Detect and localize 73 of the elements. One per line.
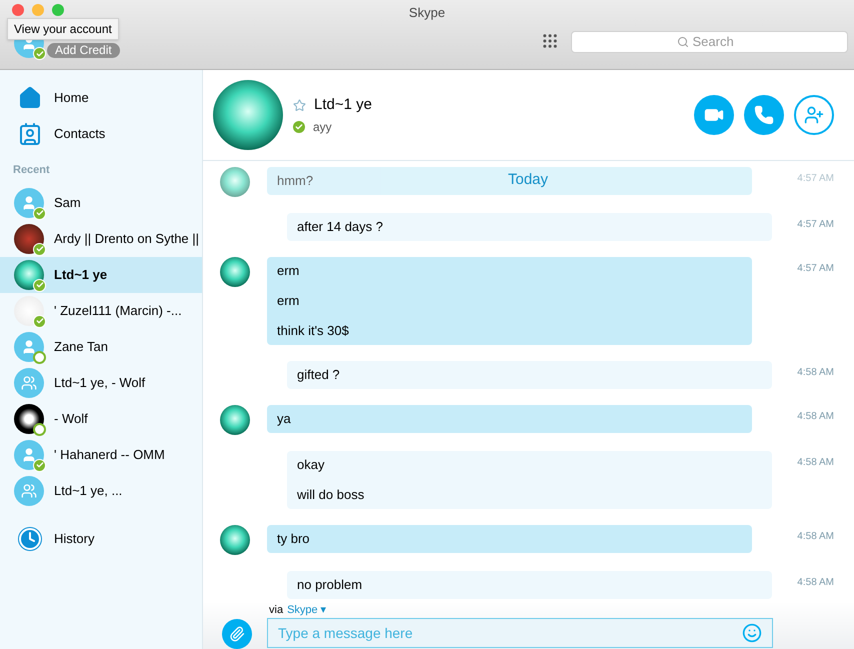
tooltip: View your account: [7, 18, 119, 40]
contact-photo: [14, 404, 44, 434]
via-label: via: [269, 603, 284, 618]
home-icon: [18, 86, 42, 110]
mood-message: ayy: [313, 119, 332, 136]
message-text: ya: [277, 411, 291, 427]
sender-avatar: [220, 525, 250, 555]
recent-conversation-item[interactable]: - Wolf: [0, 400, 202, 436]
message-text: hmm?: [277, 173, 314, 189]
attach-button[interactable]: [222, 619, 252, 649]
message-text: erm: [277, 293, 300, 309]
message-input[interactable]: Type a message here: [278, 622, 742, 644]
message-time: 4:58 AM: [797, 530, 834, 544]
clock-icon: [18, 526, 42, 550]
recent-conversation-item[interactable]: Ltd~1 ye, - Wolf: [0, 364, 202, 400]
search-input[interactable]: Search: [692, 32, 742, 52]
add-person-icon: [804, 105, 824, 125]
message-time: 4:57 AM: [797, 262, 834, 276]
contact-name: Ltd~1 ye: [314, 94, 372, 115]
message-text: ty bro: [277, 531, 310, 547]
message-time: 4:57 AM: [797, 172, 834, 186]
message-text: after 14 days ?: [297, 219, 383, 235]
message-text: gifted ?: [297, 367, 340, 383]
close-window-button[interactable]: [12, 4, 24, 16]
contacts-icon: [18, 122, 42, 146]
dialpad-icon[interactable]: [541, 32, 559, 50]
section-heading: Recent: [13, 163, 51, 178]
message-time: 4:58 AM: [797, 410, 834, 424]
message-time: 4:58 AM: [797, 366, 834, 380]
call-button[interactable]: [744, 95, 784, 135]
contact-photo: [14, 224, 44, 254]
minimize-window-button[interactable]: [32, 4, 44, 16]
sender-avatar: [220, 167, 250, 197]
nav-item[interactable]: Home: [0, 80, 202, 116]
phone-icon: [754, 105, 774, 125]
message-time: 4:57 AM: [797, 218, 834, 232]
message-text: erm: [277, 263, 300, 279]
sender-avatar: [220, 257, 250, 287]
message-time: 4:58 AM: [797, 576, 834, 590]
message-text: no problem: [297, 577, 362, 593]
recent-conversation-item[interactable]: ' Zuzel111 (Marcin) -...: [0, 292, 202, 328]
message-text: okay: [297, 457, 324, 473]
message-text: will do boss: [297, 487, 364, 503]
zoom-window-button[interactable]: [52, 4, 64, 16]
recent-conversation-item[interactable]: Ltd~1 ye: [0, 256, 202, 292]
search-field[interactable]: Search: [571, 31, 848, 53]
group-avatar-icon: [14, 368, 44, 398]
group-avatar-icon: [14, 476, 44, 506]
recent-conversation-item[interactable]: ' Hahanerd -- OMM: [0, 436, 202, 472]
service-selector[interactable]: Skype ▾: [287, 602, 327, 618]
nav-item[interactable]: Contacts: [0, 116, 202, 152]
message-text: think it's 30$: [277, 323, 349, 339]
recent-conversation-item[interactable]: Ardy || Drento on Sythe ||: [0, 220, 202, 256]
window-title: Skype: [408, 4, 446, 22]
search-icon: [676, 36, 688, 48]
emoji-icon[interactable]: [742, 623, 762, 643]
paperclip-icon: [229, 626, 245, 642]
person-avatar-icon: [14, 332, 44, 362]
nav-item[interactable]: History: [0, 520, 202, 556]
favorite-star-icon[interactable]: [293, 98, 306, 112]
recent-conversation-item[interactable]: Zane Tan: [0, 328, 202, 364]
person-avatar-icon: [14, 188, 44, 218]
recent-conversation-item[interactable]: Ltd~1 ye, ...: [0, 472, 202, 508]
message-time: 4:58 AM: [797, 456, 834, 470]
contact-photo: [14, 260, 44, 290]
date-divider: Today: [508, 170, 548, 190]
video-call-button[interactable]: [694, 95, 734, 135]
message-input-field[interactable]: Type a message here: [267, 618, 773, 648]
sender-avatar: [220, 405, 250, 435]
contact-photo: [14, 296, 44, 326]
person-avatar-icon: [14, 440, 44, 470]
add-people-button[interactable]: [794, 95, 834, 135]
recent-conversation-item[interactable]: Sam: [0, 184, 202, 220]
